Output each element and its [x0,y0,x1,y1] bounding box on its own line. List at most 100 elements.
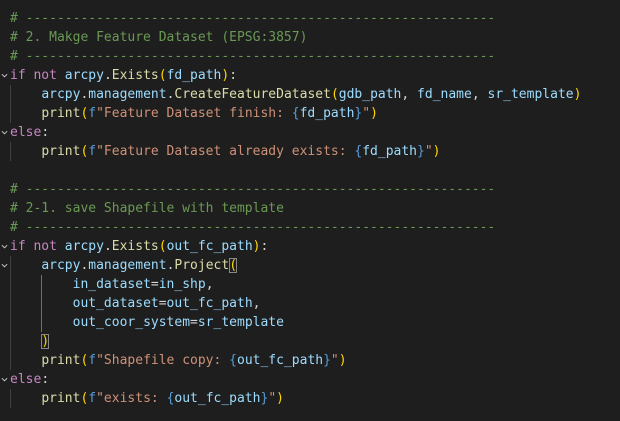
indent-guide [10,142,11,161]
function-token: Exists [111,239,159,254]
identifier-token: fd_path [166,68,222,83]
bracket-token: ) [221,68,230,83]
keyword-token: not [33,239,57,254]
code-line[interactable]: print(f"exists: {out_fc_path}") [0,389,620,408]
punctuation-token: . [103,68,112,83]
code-line[interactable]: if not arcpy.Exists(fd_path): [0,66,620,85]
bracket-token: ) [432,144,441,159]
code-line[interactable]: # --------------------------------------… [0,9,620,28]
bracket-token: ) [338,353,347,368]
code-line[interactable]: if not arcpy.Exists(out_fc_path): [0,237,620,256]
code-line[interactable]: else: [0,123,620,142]
bracket-token: ( [158,68,167,83]
identifier-token: fd_path [362,144,418,159]
function-token: Project [174,258,230,273]
identifier-token: out_fc_path [166,296,253,311]
identifier-token: management [88,87,167,102]
bracket-token: ( [330,87,339,102]
keyword-token: not [33,68,57,83]
bracket-token: ) [573,87,582,102]
code-text: out_dataset=out_fc_path, [10,294,261,313]
punctuation-token: , [471,87,488,102]
identifier-token: sr_template [487,87,574,102]
code-text: else: [10,370,49,389]
code-line[interactable]: # 2. Makge Feature Dataset (EPSG:3857) [0,28,620,47]
code-line[interactable]: arcpy.management.CreateFeatureDataset(gd… [0,85,620,104]
matched-bracket-token: ) [41,334,50,349]
identifier-token: out_coor_system [72,315,191,330]
chevron-down-icon[interactable] [0,237,9,256]
code-line[interactable]: # --------------------------------------… [0,47,620,66]
code-text: if not arcpy.Exists(out_fc_path): [10,237,268,256]
code-text: # --------------------------------------… [10,47,495,66]
code-line[interactable]: else: [0,370,620,389]
code-line[interactable]: arcpy.management.Project( [0,256,620,275]
code-line[interactable]: print(f"Feature Dataset finish: {fd_path… [0,104,620,123]
identifier-token: arcpy [64,239,104,254]
interpolation-brace-token: { [291,106,300,121]
matched-bracket-token: ( [229,258,238,273]
code-line[interactable]: in_dataset=in_shp, [0,275,620,294]
fstring-prefix-token: f [88,106,97,121]
comment-token: # --------------------------------------… [10,49,496,64]
identifier-token: out_dataset [72,296,159,311]
identifier-token: arcpy [41,87,81,102]
punctuation-token: . [103,239,112,254]
code-line[interactable]: out_dataset=out_fc_path, [0,294,620,313]
code-text: print(f"Shapefile copy: {out_fc_path}") [10,351,347,370]
code-line[interactable]: # --------------------------------------… [0,218,620,237]
bracket-token: ) [370,106,378,121]
identifier-token: out_fc_path [174,391,261,406]
code-text: print(f"Feature Dataset finish: {fd_path… [10,104,378,123]
chevron-down-icon[interactable] [0,256,9,275]
code-line[interactable]: # --------------------------------------… [0,180,620,199]
code-editor[interactable]: # --------------------------------------… [0,0,620,421]
function-token: print [41,391,81,406]
code-line[interactable]: # 2-1. save Shapefile with template [0,199,620,218]
identifier-token: fd_path [299,106,355,121]
fstring-prefix-token: f [88,144,97,159]
function-token: Exists [111,68,159,83]
chevron-down-icon[interactable] [0,370,9,389]
indent-guide [10,256,11,370]
chevron-down-icon[interactable] [0,66,9,85]
code-line[interactable] [0,161,620,180]
function-token: print [41,144,81,159]
indent-guide [10,85,11,123]
chevron-down-icon[interactable] [0,123,9,142]
string-token: "Feature Dataset finish: [96,106,292,121]
bracket-token: ) [276,391,284,406]
indent-guide [10,389,11,408]
function-token: print [41,353,81,368]
function-token: print [41,106,81,121]
comment-token: # --------------------------------------… [10,182,496,197]
code-line[interactable]: print(f"Feature Dataset already exists: … [0,142,620,161]
code-text: ) [10,332,50,351]
string-token: " [424,144,433,159]
punctuation-token [57,68,65,83]
identifier-token: out_fc_path [237,353,324,368]
punctuation-token: : [229,68,238,83]
bracket-token: ( [158,239,167,254]
punctuation-token: : [41,125,50,140]
code-line[interactable]: print(f"Shapefile copy: {out_fc_path}") [0,351,620,370]
keyword-token: if [10,68,26,83]
string-token: " [268,391,277,406]
identifier-token: in_shp [158,277,206,292]
comment-token: # --------------------------------------… [10,220,496,235]
code-text: # 2-1. save Shapefile with template [10,199,284,218]
comment-token: # 2-1. save Shapefile with template [10,201,284,216]
comment-token: # --------------------------------------… [10,11,496,26]
identifier-token: fd_name [417,87,472,102]
code-line[interactable]: ) [0,332,620,351]
code-text: # --------------------------------------… [10,180,495,199]
code-text: else: [10,123,49,142]
code-area[interactable]: # --------------------------------------… [0,9,620,408]
code-line[interactable]: out_coor_system=sr_template [0,313,620,332]
interpolation-brace-token: { [229,353,237,368]
